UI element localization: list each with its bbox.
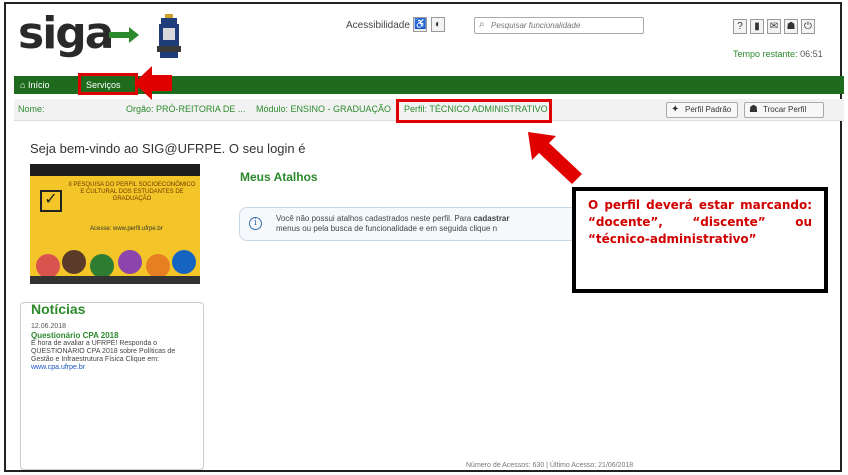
menu-inicio-label: Início xyxy=(27,80,50,90)
home-icon: ⌂ xyxy=(20,80,26,90)
menu-item-inicio[interactable]: ⌂ Início xyxy=(20,76,49,94)
pin-icon: ✦ xyxy=(671,104,680,115)
session-timer: Tempo restante: 06:51 xyxy=(733,49,823,59)
contrast-icon[interactable]: ◐ xyxy=(431,17,445,32)
perfil-padrao-button[interactable]: ✦ Perfil Padrão xyxy=(666,102,738,118)
time-value: 06:51 xyxy=(800,49,823,59)
trocar-perfil-label: Trocar Perfil xyxy=(763,105,807,114)
module-icon[interactable]: ▮ xyxy=(750,19,764,34)
search-box[interactable]: ⌕ xyxy=(474,17,644,34)
banner-tagline: II PESQUISA DO PERFIL SOCIOECONÔMICO E C… xyxy=(68,182,196,202)
news-body-text: É hora de avaliar a UFRPE! Responda o QU… xyxy=(31,340,176,363)
perfil-padrao-label: Perfil Padrão xyxy=(685,105,732,114)
trocar-perfil-button[interactable]: ☗ Trocar Perfil xyxy=(744,102,824,118)
logout-icon[interactable]: ⏻ xyxy=(801,19,815,34)
news-panel: Notícias 12.06.2018 Questionário CPA 201… xyxy=(20,301,204,470)
perfil-highlight xyxy=(396,99,552,123)
news-heading: Notícias xyxy=(31,301,86,317)
notice-line2: menus ou pela busca de funcionalidade e … xyxy=(276,224,498,233)
perfil-survey-banner[interactable]: ✓ II PESQUISA DO PERFIL SOCIOECONÔMICO E… xyxy=(30,164,200,294)
notice-line1: Você não possui atalhos cadastrados nest… xyxy=(276,214,472,223)
banner-strip xyxy=(30,164,200,176)
news-body: É hora de avaliar a UFRPE! Responda o QU… xyxy=(31,340,199,372)
search-input[interactable] xyxy=(491,19,639,32)
arrow-to-servicos-icon xyxy=(134,66,172,100)
shortcuts-notice: i Você não possui atalhos cadastrados ne… xyxy=(239,207,579,241)
checkbox-icon: ✓ xyxy=(40,190,62,212)
news-date: 12.06.2018 xyxy=(31,323,67,330)
nome-label: Nome: xyxy=(18,104,45,114)
search-icon: ⌕ xyxy=(479,19,485,30)
siga-logo[interactable]: siga xyxy=(18,8,114,59)
mail-icon[interactable]: ✉ xyxy=(767,19,781,34)
accessibility-person-icon[interactable]: ♿ xyxy=(413,17,427,32)
time-label: Tempo restante: xyxy=(733,49,798,59)
notice-bold: cadastrar xyxy=(473,214,510,223)
annotation-callout: O perfil deverá estar marcando: “docente… xyxy=(572,187,828,293)
shortcuts-heading: Meus Atalhos xyxy=(240,170,318,184)
modulo-label: Módulo: ENSINO - GRADUAÇÃO xyxy=(256,104,392,114)
banner-footer xyxy=(30,284,200,294)
accessibility-label: Acessibilidade xyxy=(346,20,410,31)
footer-stats: Número de Acessos: 630 | Último Acesso: … xyxy=(466,462,634,469)
user-profile-icon[interactable]: ☗ xyxy=(784,19,798,34)
banner-site: Acesse: www.perfil.ufrpe.br xyxy=(90,226,163,232)
news-link[interactable]: www.cpa.ufrpe.br xyxy=(31,364,85,371)
user-icon: ☗ xyxy=(749,104,758,115)
students-illustration xyxy=(30,250,200,284)
screenshot-frame: siga Acessibilidade ♿ ◐ ⌕ ? ▮ ✉ ☗ ⏻ Temp… xyxy=(4,2,844,472)
orgao-label: Orgão: PRÓ-REITORIA DE ... xyxy=(126,104,246,114)
servicos-highlight xyxy=(78,73,138,95)
arrow-to-perfil-icon xyxy=(528,132,582,184)
help-icon[interactable]: ? xyxy=(733,19,747,34)
info-icon: i xyxy=(249,217,262,230)
logo-arrow-icon xyxy=(109,27,139,43)
ufrpe-crest-icon xyxy=(157,14,181,58)
notice-text: Você não possui atalhos cadastrados nest… xyxy=(276,214,576,234)
news-title[interactable]: Questionário CPA 2018 xyxy=(31,331,119,340)
welcome-message: Seja bem-vindo ao SIG@UFRPE. O seu login… xyxy=(30,141,306,156)
